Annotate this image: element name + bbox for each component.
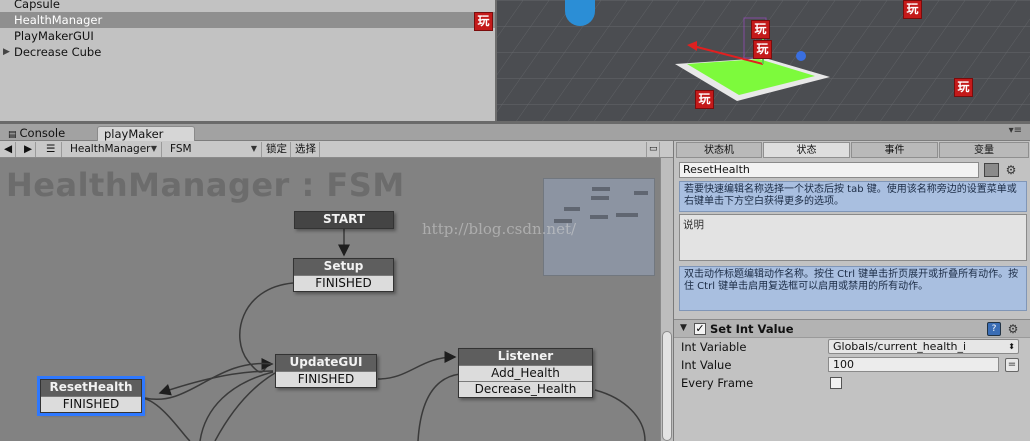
tab-label: 状态机 (704, 145, 734, 156)
tab-label: playMaker (104, 127, 164, 141)
play-logo-icon: 玩 (954, 78, 973, 97)
state-setup[interactable]: Setup FINISHED (293, 258, 394, 292)
scene-viewport (497, 0, 1030, 122)
tab-console[interactable]: ▤ Console (2, 126, 71, 142)
state-event[interactable]: FINISHED (41, 396, 141, 412)
state-listener[interactable]: Listener Add_Health Decrease_Health (458, 348, 593, 398)
chevron-down-icon: ▼ (250, 144, 257, 153)
every-frame-label: Every Frame (681, 376, 754, 390)
book-icon[interactable]: ? (987, 322, 1001, 336)
tab-label: 事件 (884, 145, 905, 156)
hierarchy-item-label: Decrease Cube (14, 45, 102, 59)
state-hint-box: 若要快速编辑名称选择一个状态后按 tab 键。使用该名称旁边的设置菜单或右键单击… (679, 181, 1027, 212)
fsm-graph-canvas[interactable]: HealthManager : FSM START Setup FINISHED… (0, 158, 660, 441)
state-title: Listener (459, 349, 592, 365)
tab-playmaker[interactable]: playMaker (97, 126, 195, 142)
scene-view[interactable]: 玩 玩 玩 玩 玩 (497, 0, 1030, 122)
graph-vertical-scrollbar[interactable] (660, 158, 673, 441)
every-frame-checkbox[interactable] (830, 377, 842, 389)
state-event[interactable]: Add_Health (459, 365, 592, 381)
list-menu-icon[interactable]: ☰ (42, 142, 62, 157)
tab-label: 变量 (974, 145, 994, 156)
minimap-node (634, 191, 648, 195)
play-logo-icon: 玩 (751, 20, 770, 39)
action-title: Set Int Value (710, 322, 794, 336)
tab-events[interactable]: 事件 (851, 142, 938, 158)
tab-fsm[interactable]: 状态机 (676, 142, 762, 158)
hierarchy-panel: Capsule HealthManager PlayMakerGUI ▶ Dec… (0, 0, 495, 122)
int-variable-value: Globals/current_health_i (833, 340, 967, 353)
tab-state[interactable]: 状态 (763, 142, 850, 158)
fsm-owner-value: HealthManager (70, 143, 151, 155)
minimap-toggle-icon[interactable]: ▭ (646, 142, 660, 157)
int-variable-dropdown[interactable]: Globals/current_health_i ⬍ (828, 339, 1019, 354)
minimap-node (564, 207, 580, 211)
int-value-input[interactable]: 100 (828, 357, 999, 372)
select-button[interactable]: 选择 (293, 142, 320, 157)
fsm-select-dropdown[interactable]: FSM ▼ (166, 142, 262, 157)
play-logo-icon: 玩 (695, 90, 714, 109)
state-title: Setup (294, 259, 393, 275)
state-resethealth[interactable]: ResetHealth FINISHED (37, 376, 145, 416)
minimap-node (591, 196, 609, 200)
dock-tabbar: ▤ Console playMaker ▾≡ (0, 124, 1030, 142)
hierarchy-item-decrease-cube[interactable]: ▶ Decrease Cube (0, 44, 495, 60)
state-title: START (295, 212, 393, 228)
scrollbar-thumb[interactable] (662, 331, 672, 441)
tab-label: 状态 (796, 145, 817, 156)
fsm-inspector-panel: 状态机 状态 事件 变量 ResetHealth ⚙ 若要快速编辑名称选择一个状… (673, 141, 1030, 441)
console-icon: ▤ (8, 130, 17, 140)
hierarchy-item-label: PlayMakerGUI (14, 29, 94, 43)
gear-icon[interactable]: ⚙ (1004, 163, 1018, 177)
int-value-label: Int Value (681, 358, 732, 372)
select-label: 选择 (295, 143, 316, 155)
play-logo-icon: 玩 (474, 12, 493, 31)
state-color-swatch[interactable] (984, 163, 999, 177)
expand-arrow-icon[interactable]: ▶ (3, 44, 10, 60)
forward-arrow-icon[interactable]: ▶ (22, 142, 36, 157)
hierarchy-item-healthmanager[interactable]: HealthManager (0, 12, 495, 28)
state-event[interactable]: FINISHED (276, 371, 376, 387)
chevron-down-icon: ▼ (150, 144, 157, 153)
action-enabled-checkbox[interactable]: ✓ (694, 323, 706, 335)
fsm-name-value: FSM (170, 143, 192, 155)
tab-label: Console (19, 126, 66, 140)
minimap-node (592, 187, 610, 191)
gear-icon[interactable]: ⚙ (1006, 322, 1020, 336)
variable-toggle-icon[interactable]: = (1005, 358, 1019, 372)
hierarchy-item-label: HealthManager (14, 13, 103, 27)
hierarchy-item-playmakergui[interactable]: PlayMakerGUI (0, 28, 495, 44)
lock-label: 锁定 (266, 143, 287, 155)
actions-hint-box: 双击动作标题编辑动作名称。按住 Ctrl 键单击折页展开或折叠所有动作。按住 C… (679, 266, 1027, 311)
state-event[interactable]: FINISHED (294, 275, 393, 291)
chevron-updown-icon: ⬍ (1008, 342, 1015, 351)
hierarchy-item-label: Capsule (14, 0, 60, 11)
minimap-node (616, 213, 638, 217)
state-name-input[interactable]: ResetHealth (679, 162, 979, 178)
playmaker-toolbar: ◀ ▶ ☰ HealthManager ▼ FSM ▼ 锁定 选择 ▭ (0, 141, 673, 158)
tab-variables[interactable]: 变量 (939, 142, 1029, 158)
hierarchy-item-capsule[interactable]: Capsule (0, 0, 495, 12)
fsm-owner-dropdown[interactable]: HealthManager ▼ (66, 142, 162, 157)
state-updategui[interactable]: UpdateGUI FINISHED (275, 354, 377, 388)
fold-arrow-icon[interactable]: ▼ (680, 323, 687, 333)
state-start[interactable]: START (294, 211, 394, 229)
back-arrow-icon[interactable]: ◀ (2, 142, 16, 157)
int-variable-label: Int Variable (681, 340, 747, 354)
state-title: UpdateGUI (276, 355, 376, 371)
lock-button[interactable]: 锁定 (264, 142, 291, 157)
action-header[interactable]: ▼ ✓ Set Int Value ? ⚙ (674, 319, 1030, 338)
panel-menu-icon[interactable]: ▾≡ (1009, 125, 1022, 136)
watermark-text: http://blog.csdn.net/ (422, 220, 577, 238)
minimap-node (590, 215, 608, 219)
state-event[interactable]: Decrease_Health (459, 381, 592, 397)
play-logo-icon: 玩 (903, 0, 922, 19)
play-logo-icon: 玩 (753, 40, 772, 59)
state-title: ResetHealth (41, 380, 141, 396)
state-description-input[interactable]: 说明 (679, 214, 1027, 261)
